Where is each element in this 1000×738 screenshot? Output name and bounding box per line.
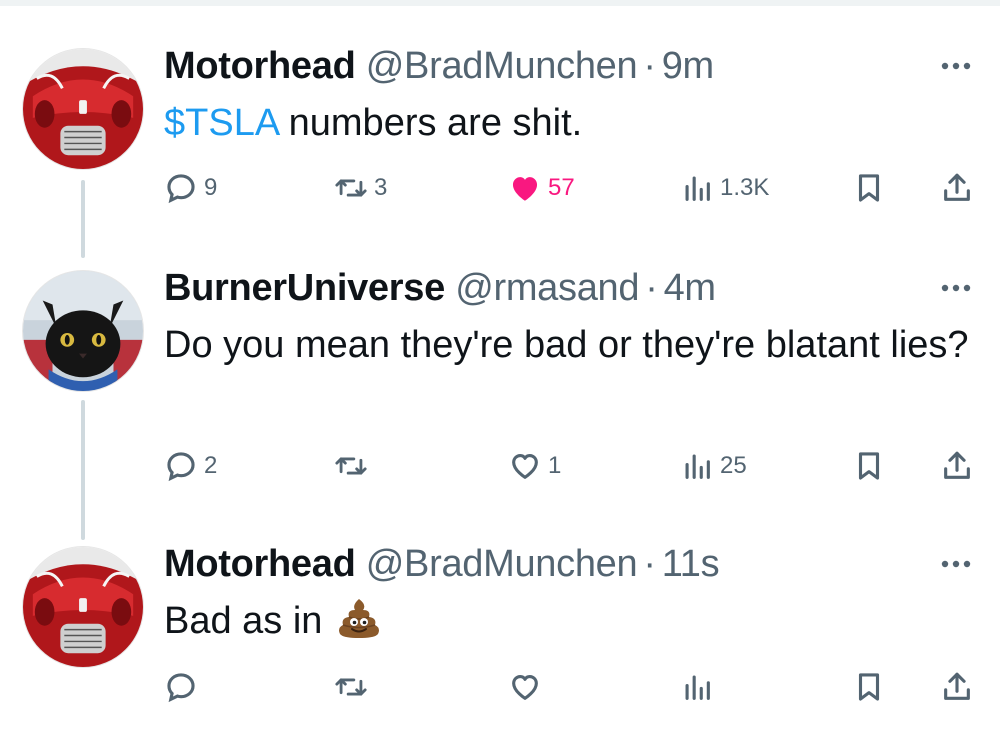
avatar[interactable]: [22, 270, 144, 392]
reply-button[interactable]: [164, 667, 198, 707]
reply-button[interactable]: 2: [164, 446, 217, 486]
tweet-header: Motorhead @BradMunchen · 11s: [164, 541, 720, 587]
poop-emoji-icon: [339, 599, 380, 638]
tweet-text: Bad as in: [164, 597, 974, 644]
views-chart-icon: [685, 454, 710, 479]
views-button[interactable]: 25: [680, 446, 747, 486]
tweet[interactable]: Motorhead @BradMunchen · 11s Bad as in: [0, 0, 1000, 703]
retweet-button[interactable]: [334, 667, 368, 707]
views-button[interactable]: [680, 667, 714, 707]
reply-icon: [167, 452, 195, 482]
share-icon: [944, 672, 970, 700]
share-button[interactable]: [940, 446, 974, 486]
like-button[interactable]: [508, 667, 542, 707]
share-icon: [944, 451, 970, 479]
reply-icon: [167, 673, 195, 703]
tweet-text: Do you mean they're bad or they're blata…: [164, 324, 969, 366]
views-count: 25: [720, 452, 747, 479]
bookmark-button[interactable]: [852, 667, 886, 707]
timestamp[interactable]: 4m: [664, 267, 717, 309]
action-bar: 2 1 25: [164, 446, 984, 486]
retweet-icon: [335, 457, 367, 475]
bookmark-icon: [858, 673, 880, 701]
red-car-avatar-image: [23, 547, 143, 667]
tweet-text-body: Bad as in: [164, 600, 323, 642]
share-button[interactable]: [940, 667, 974, 707]
thread-line: [81, 400, 85, 540]
like-button[interactable]: 1: [508, 446, 561, 486]
heart-icon: [512, 674, 538, 700]
user-handle[interactable]: @rmasand: [455, 267, 639, 309]
reply-count: 2: [204, 452, 218, 479]
heart-icon: [512, 453, 538, 479]
like-count: 1: [548, 452, 562, 479]
retweet-button[interactable]: [334, 446, 374, 486]
display-name[interactable]: BurnerUniverse: [164, 267, 445, 309]
user-handle[interactable]: @BradMunchen: [366, 543, 638, 585]
tweet-header: BurnerUniverse @rmasand · 4m: [164, 265, 716, 311]
action-bar: [164, 667, 984, 707]
bookmark-icon: [858, 452, 880, 480]
display-name[interactable]: Motorhead: [164, 543, 356, 585]
bookmark-button[interactable]: [852, 446, 886, 486]
black-cat-avatar-image: [23, 271, 143, 391]
more-dots-icon[interactable]: [938, 278, 974, 298]
separator: ·: [643, 543, 656, 585]
separator: ·: [645, 267, 658, 309]
views-chart-icon: [685, 675, 710, 700]
avatar[interactable]: [22, 546, 144, 668]
retweet-icon: [335, 678, 367, 696]
timestamp[interactable]: 11s: [662, 543, 720, 585]
more-dots-icon[interactable]: [938, 554, 974, 574]
